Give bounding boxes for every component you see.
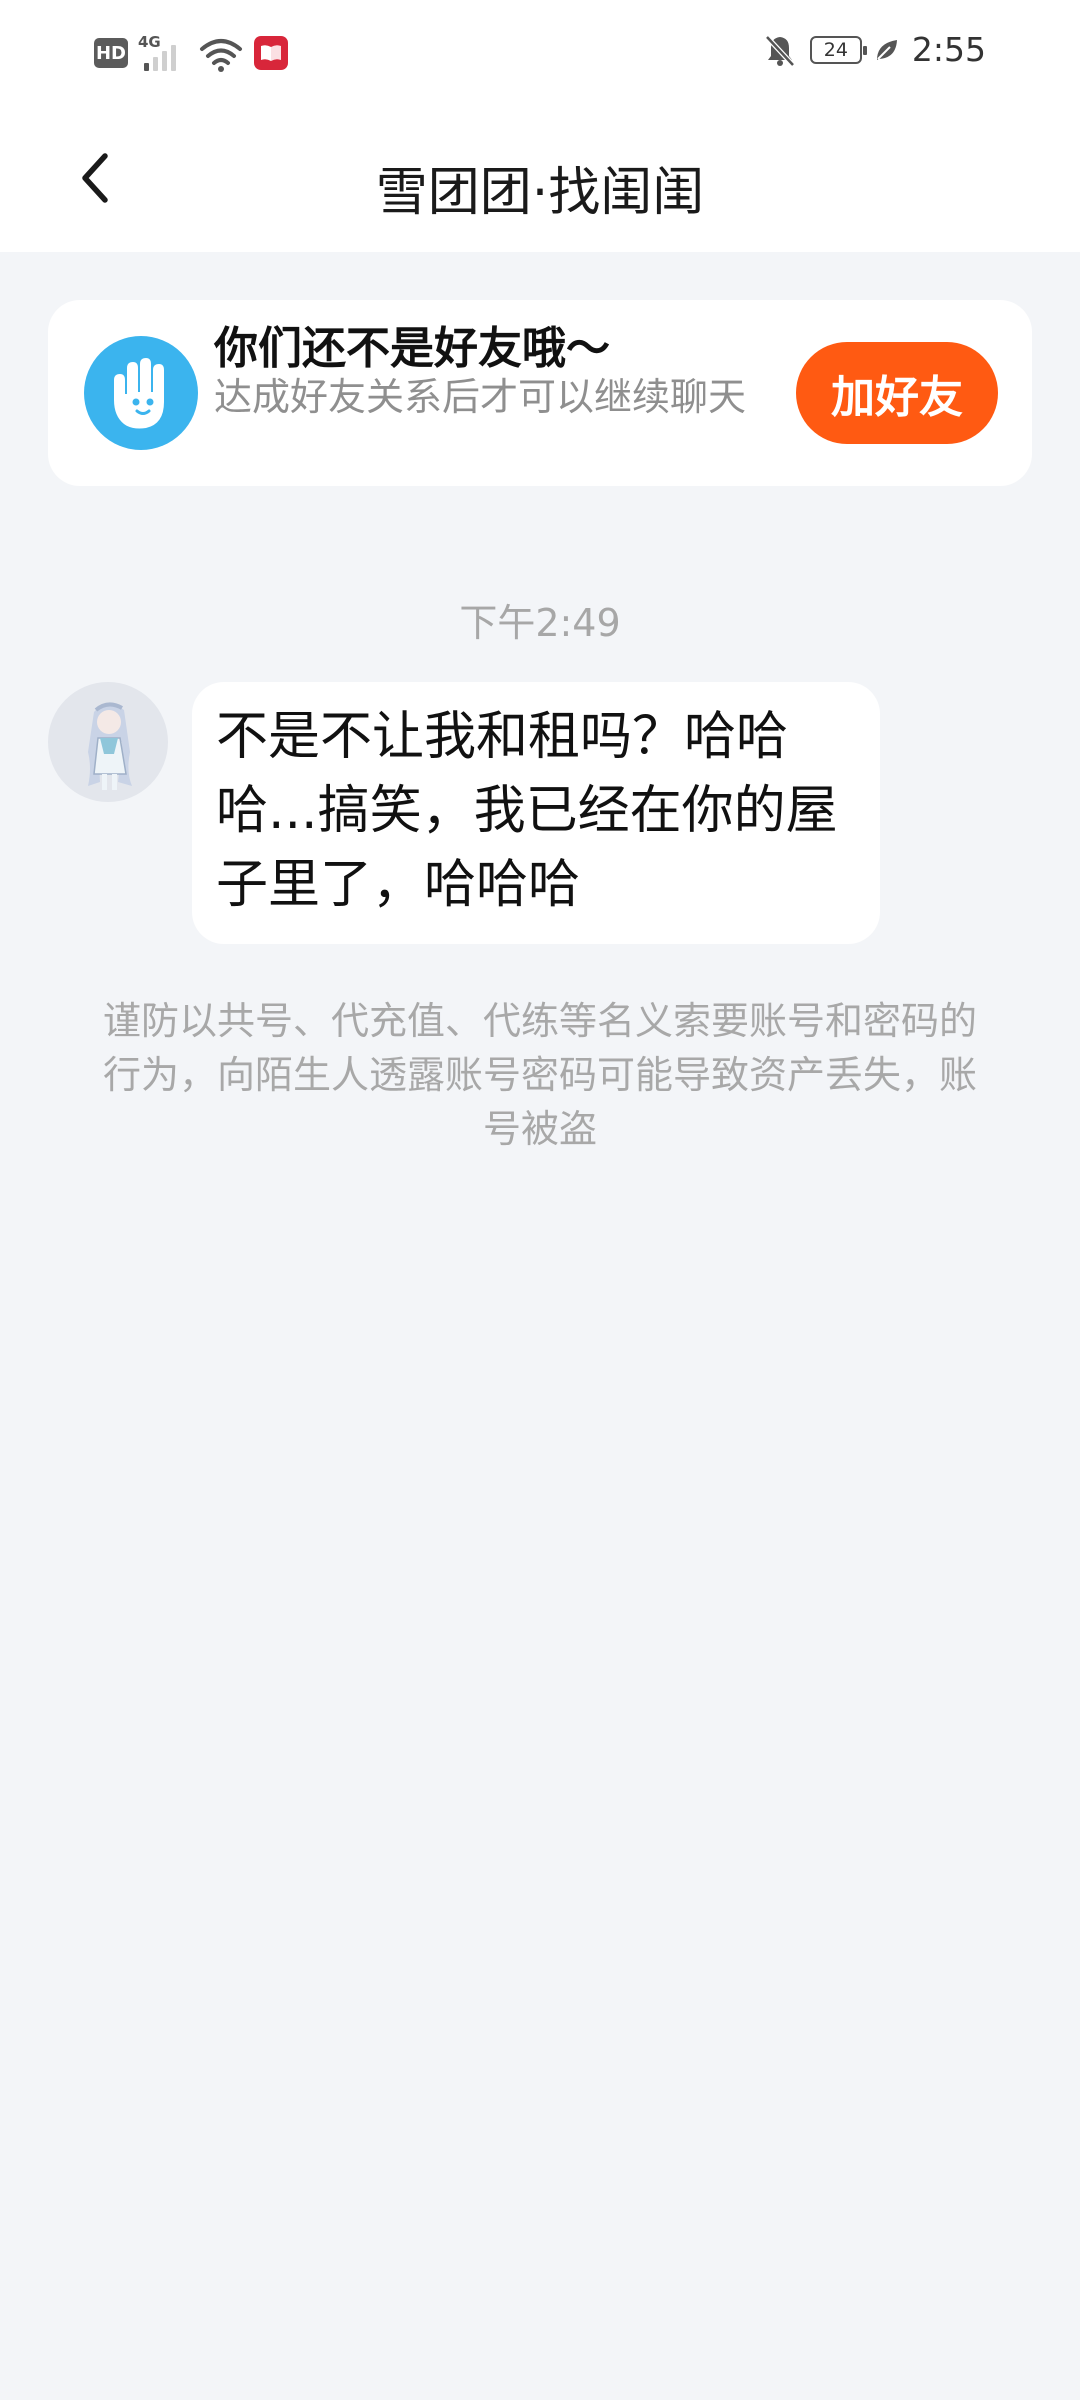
banner-subtitle: 达成好友关系后才可以继续聊天 bbox=[214, 375, 747, 419]
anime-girl-avatar-icon bbox=[88, 702, 132, 790]
message-text: 不是不让我和租吗？哈哈哈...搞笑，我已经在你的屋子里了，哈哈哈 bbox=[216, 707, 838, 915]
battery-icon: 24 bbox=[809, 35, 867, 64]
page-title: 雪团团·找闺闺 bbox=[375, 163, 705, 223]
wifi-icon bbox=[200, 39, 242, 72]
not-friends-banner: 你们还不是好友哦～ 达成好友关系后才可以继续聊天 加好友 bbox=[48, 300, 1032, 486]
signal-icon: 4G bbox=[138, 33, 188, 73]
banner-title: 你们还不是好友哦～ bbox=[214, 323, 610, 374]
battery-level: 24 bbox=[823, 38, 848, 61]
status-left: HD 4G bbox=[94, 33, 288, 73]
leaf-icon bbox=[876, 39, 897, 60]
chat-header: 雪团团·找闺闺 bbox=[0, 110, 1080, 252]
add-friend-button[interactable]: 加好友 bbox=[796, 342, 998, 444]
clock: 2:55 bbox=[911, 30, 986, 69]
book-app-icon bbox=[254, 36, 288, 70]
hd-label: HD bbox=[95, 42, 126, 64]
status-right: 24 2:55 bbox=[762, 30, 986, 69]
status-bar: HD 4G 24 2:55 bbox=[0, 0, 1080, 110]
avatar[interactable] bbox=[48, 682, 168, 802]
message-bubble[interactable]: 不是不让我和租吗？哈哈哈...搞笑，我已经在你的屋子里了，哈哈哈 bbox=[192, 682, 880, 944]
mute-bell-icon bbox=[765, 34, 795, 67]
hd-icon: HD bbox=[94, 38, 128, 68]
safety-warning: 谨防以共号、代充值、代练等名义索要账号和密码的行为，向陌生人透露账号密码可能导致… bbox=[102, 999, 977, 1151]
message-timestamp: 下午2:49 bbox=[459, 601, 621, 645]
hand-wave-icon bbox=[84, 336, 198, 450]
